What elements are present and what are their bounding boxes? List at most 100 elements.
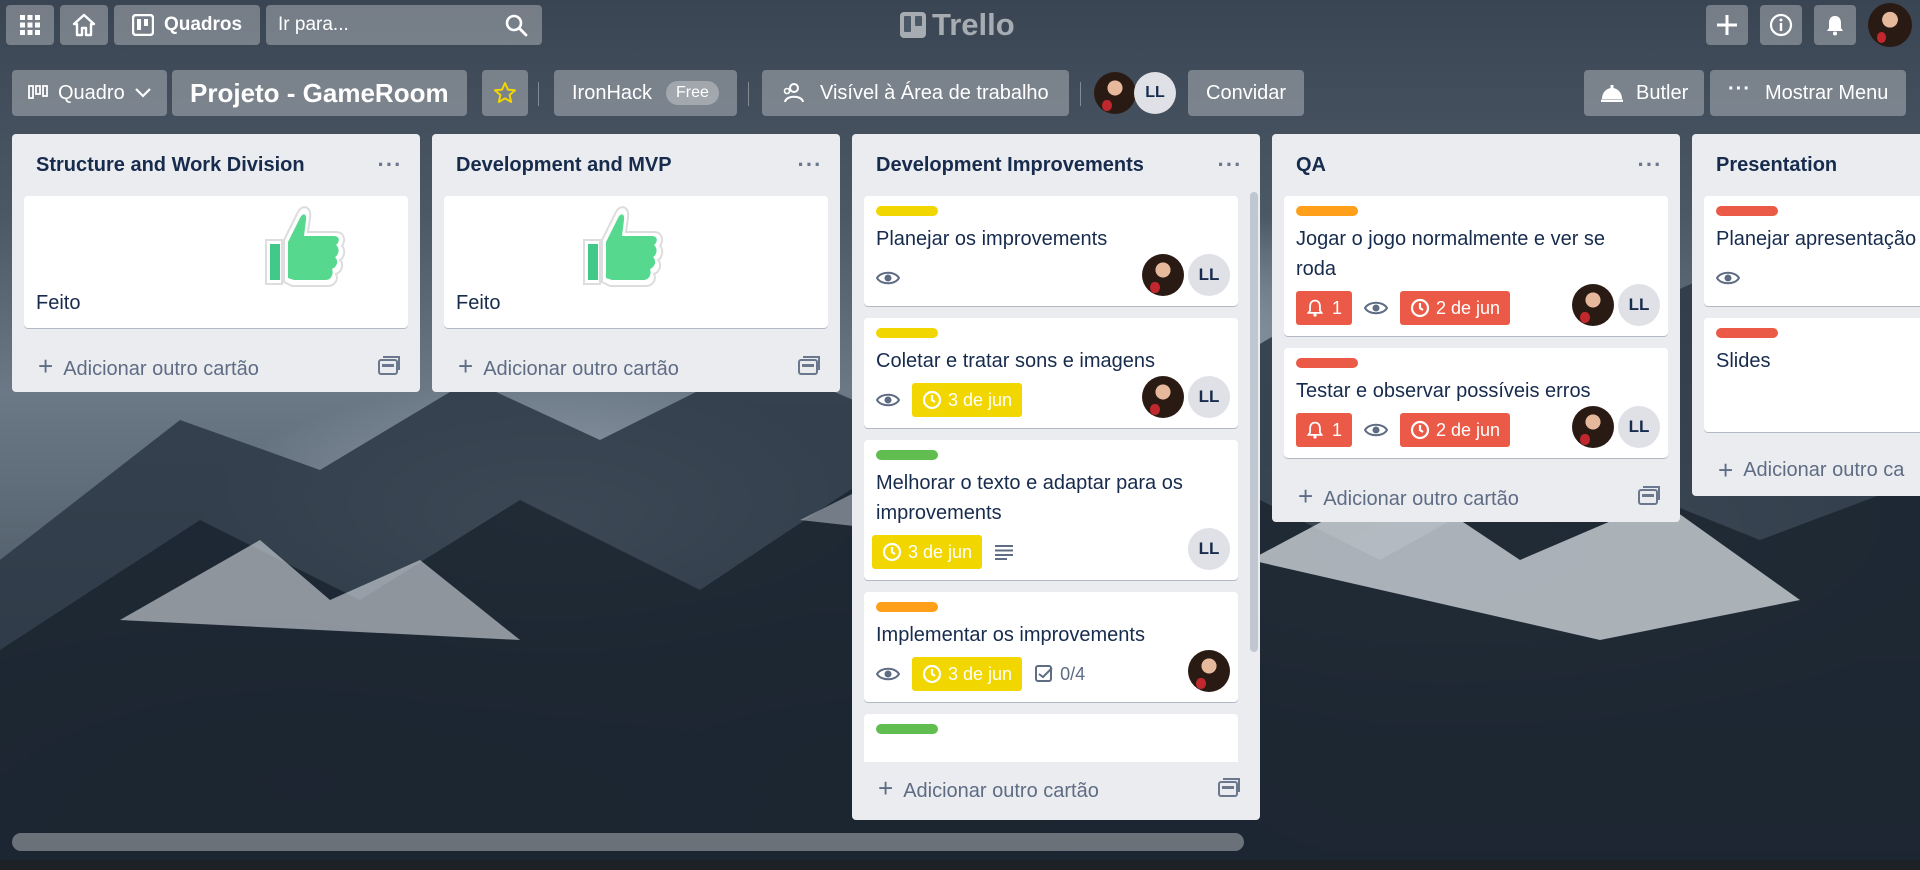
card-template-icon[interactable] bbox=[378, 356, 400, 376]
list-title[interactable]: Structure and Work Division bbox=[36, 154, 305, 177]
card-label-green[interactable] bbox=[876, 450, 938, 460]
trello-logo[interactable]: Trello bbox=[900, 7, 1015, 42]
card[interactable]: Planejar apresentação bbox=[1704, 196, 1920, 306]
card-label-red[interactable] bbox=[1716, 206, 1778, 216]
workspace-button[interactable]: IronHack Free bbox=[554, 70, 737, 116]
member-avatar-photo[interactable] bbox=[1188, 650, 1230, 692]
due-date-badge[interactable]: 2 de jun bbox=[1400, 413, 1511, 447]
board-horizontal-scrollbar[interactable] bbox=[12, 833, 1244, 851]
add-card-button[interactable]: + Adicionar outro cartão bbox=[1272, 470, 1680, 522]
list-actions-button[interactable]: ··· bbox=[1632, 147, 1668, 183]
member-avatar-ll[interactable]: LL bbox=[1134, 72, 1176, 114]
boards-button[interactable]: Quadros bbox=[114, 5, 260, 45]
visibility-button[interactable]: Visível à Área de trabalho bbox=[762, 70, 1069, 116]
member-avatar-ll[interactable]: LL bbox=[1188, 254, 1230, 296]
card[interactable]: Planejar os improvements LL bbox=[864, 196, 1238, 306]
card-label-yellow[interactable] bbox=[876, 328, 938, 338]
card-label-yellow[interactable] bbox=[876, 206, 938, 216]
list-actions-button[interactable]: ··· bbox=[1212, 147, 1248, 183]
due-date-badge[interactable]: 3 de jun bbox=[912, 383, 1023, 417]
card[interactable]: Feito bbox=[24, 196, 408, 328]
info-button[interactable] bbox=[1760, 5, 1802, 45]
card[interactable]: Implementar os improvements 3 de jun 0/4 bbox=[864, 592, 1238, 702]
workspace-label: IronHack bbox=[572, 81, 653, 104]
show-menu-button[interactable]: ··· Mostrar Menu bbox=[1710, 70, 1907, 116]
card-members: LL bbox=[1188, 528, 1230, 570]
list-title[interactable]: Presentation bbox=[1716, 154, 1837, 177]
card-template-icon[interactable] bbox=[1638, 486, 1660, 506]
list-title[interactable]: Development Improvements bbox=[876, 154, 1144, 177]
card-badges bbox=[1716, 260, 1908, 296]
search-bar[interactable] bbox=[266, 5, 542, 45]
butler-button[interactable]: Butler bbox=[1584, 70, 1705, 116]
member-avatar-ll[interactable]: LL bbox=[1618, 406, 1660, 448]
due-date-text: 3 de jun bbox=[948, 389, 1013, 410]
apps-grid-icon bbox=[20, 15, 40, 35]
member-avatar-photo[interactable] bbox=[1572, 284, 1614, 326]
card[interactable]: Slides bbox=[1704, 318, 1920, 432]
search-icon[interactable] bbox=[504, 13, 528, 37]
add-card-button[interactable]: + Adicionar outro ca bbox=[1692, 444, 1920, 496]
due-date-badge[interactable]: 3 de jun bbox=[912, 657, 1023, 691]
notification-badge[interactable]: 1 bbox=[1296, 413, 1353, 447]
search-input[interactable] bbox=[266, 14, 486, 36]
add-card-label: Adicionar outro cartão bbox=[63, 357, 259, 380]
member-avatar-photo[interactable] bbox=[1142, 254, 1184, 296]
add-card-button[interactable]: + Adicionar outro cartão bbox=[432, 340, 840, 392]
top-header: Quadros Trello bbox=[0, 0, 1920, 50]
workspace-visibility-icon bbox=[783, 83, 804, 103]
add-card-button[interactable]: + Adicionar outro cartão bbox=[12, 340, 420, 392]
card[interactable] bbox=[864, 714, 1238, 762]
card-list-scroll-area[interactable]: Planejar os improvements LL Coletar e tr… bbox=[852, 196, 1260, 762]
user-avatar[interactable] bbox=[1868, 3, 1912, 47]
member-avatar-photo[interactable] bbox=[1094, 72, 1136, 114]
card-label-green[interactable] bbox=[876, 724, 938, 734]
card-label-red[interactable] bbox=[1716, 328, 1778, 338]
board-title-button[interactable]: Projeto - GameRoom bbox=[172, 70, 467, 116]
notifications-button[interactable] bbox=[1814, 5, 1856, 45]
butler-bell-icon bbox=[1601, 85, 1623, 102]
home-button[interactable] bbox=[60, 5, 108, 45]
create-button[interactable] bbox=[1706, 5, 1748, 45]
home-icon bbox=[72, 13, 96, 37]
member-avatar-photo[interactable] bbox=[1142, 376, 1184, 418]
card-label-orange[interactable] bbox=[876, 602, 938, 612]
due-date-badge[interactable]: 2 de jun bbox=[1400, 291, 1511, 325]
apps-grid-button[interactable] bbox=[6, 5, 54, 45]
list-title[interactable]: QA bbox=[1296, 154, 1326, 177]
add-card-label: Adicionar outro cartão bbox=[903, 779, 1099, 802]
card-title: Feito bbox=[36, 292, 81, 314]
list-actions-button[interactable]: ··· bbox=[792, 147, 828, 183]
card-label-orange[interactable] bbox=[1296, 206, 1358, 216]
card-label-red[interactable] bbox=[1296, 358, 1358, 368]
list-actions-button[interactable]: ··· bbox=[372, 147, 408, 183]
checklist-count: 0/4 bbox=[1060, 663, 1086, 684]
clock-icon bbox=[922, 390, 942, 410]
member-avatar-ll[interactable]: LL bbox=[1188, 528, 1230, 570]
list-title[interactable]: Development and MVP bbox=[456, 154, 672, 177]
card-template-icon[interactable] bbox=[798, 356, 820, 376]
card[interactable]: Jogar o jogo normalmente e ver se roda 1… bbox=[1284, 196, 1668, 336]
list-presentation: Presentation Planejar apresentação Slide… bbox=[1692, 134, 1920, 496]
star-board-button[interactable] bbox=[482, 70, 528, 116]
card[interactable]: Feito bbox=[444, 196, 828, 328]
card-members: LL bbox=[1142, 254, 1230, 296]
notification-badge[interactable]: 1 bbox=[1296, 291, 1353, 325]
add-card-button[interactable]: + Adicionar outro cartão bbox=[852, 762, 1260, 814]
card-members bbox=[1188, 650, 1230, 692]
invite-button[interactable]: Convidar bbox=[1188, 70, 1305, 116]
board-view-switcher[interactable]: Quadro bbox=[12, 70, 167, 116]
card-title: Implementar os improvements bbox=[876, 624, 1145, 646]
card-members: LL bbox=[1572, 406, 1660, 448]
card-template-icon[interactable] bbox=[1218, 778, 1240, 798]
member-avatar-ll[interactable]: LL bbox=[1188, 376, 1230, 418]
member-avatar-photo[interactable] bbox=[1572, 406, 1614, 448]
card[interactable]: Testar e observar possíveis erros 1 2 de… bbox=[1284, 348, 1668, 458]
card[interactable]: Coletar e tratar sons e imagens 3 de jun… bbox=[864, 318, 1238, 428]
member-avatar-ll[interactable]: LL bbox=[1618, 284, 1660, 326]
add-card-label: Adicionar outro cartão bbox=[483, 357, 679, 380]
card[interactable]: Melhorar o texto e adaptar para os impro… bbox=[864, 440, 1238, 580]
list-scrollbar[interactable] bbox=[1250, 192, 1258, 652]
watching-eye-icon bbox=[876, 393, 900, 407]
due-date-badge[interactable]: 3 de jun bbox=[872, 535, 983, 569]
